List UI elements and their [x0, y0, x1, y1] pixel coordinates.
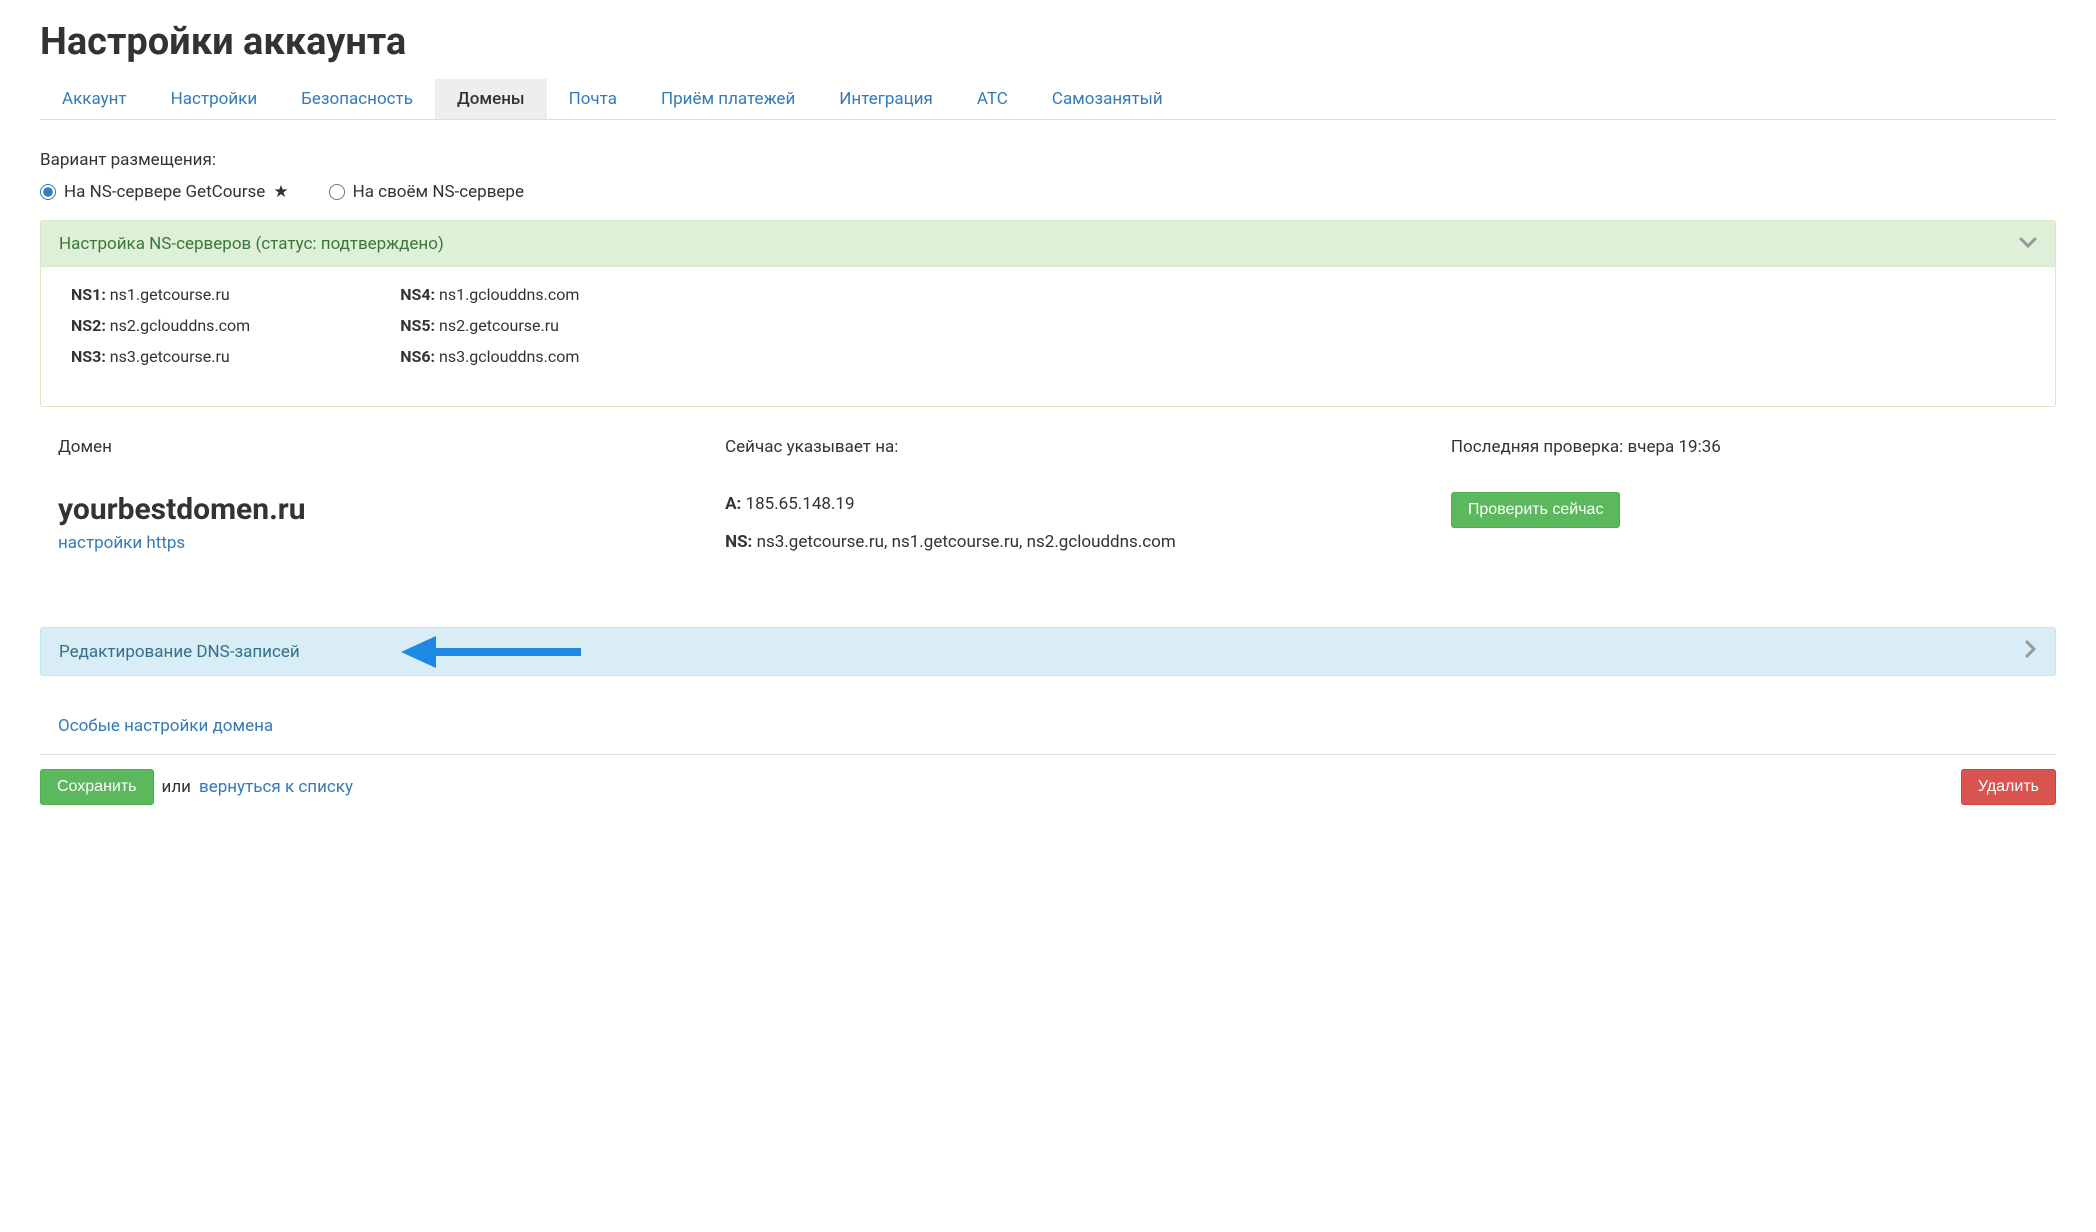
back-to-list-link[interactable]: вернуться к списку [199, 777, 353, 797]
dns-edit-title: Редактирование DNS-записей [59, 642, 300, 662]
ns-record: NS: ns3.getcourse.ru, ns1.getcourse.ru, … [725, 530, 1371, 556]
tab-domains[interactable]: Домены [435, 79, 547, 119]
tab-mail[interactable]: Почта [547, 79, 639, 119]
tab-integration[interactable]: Интеграция [817, 79, 955, 119]
last-check-label: Последняя проверка: вчера 19:36 [1451, 437, 2038, 457]
points-to-col: Сейчас указывает на: A: 185.65.148.19 NS… [725, 437, 1371, 567]
tab-ats[interactable]: АТС [955, 79, 1030, 119]
tabs-nav: Аккаунт Настройки Безопасность Домены По… [40, 79, 2056, 120]
radio-getcourse-ns-label: На NS-сервере GetCourse [64, 182, 265, 202]
ns-panel-body: NS1: ns1.getcourse.ru NS2: ns2.gclouddns… [41, 266, 2055, 406]
ns-panel-title: Настройка NS-серверов (статус: подтвержд… [59, 234, 444, 254]
placement-label: Вариант размещения: [40, 150, 2056, 170]
page-title: Настройки аккаунта [40, 20, 2056, 64]
ns-col-1: NS1: ns1.getcourse.ru NS2: ns2.gclouddns… [71, 285, 250, 366]
domain-col: Домен yourbestdomen.ru настройки https [58, 437, 645, 567]
tab-selfemployed[interactable]: Самозанятый [1030, 79, 1185, 119]
points-to-label: Сейчас указывает на: [725, 437, 1371, 457]
ns-panel-header[interactable]: Настройка NS-серверов (статус: подтвержд… [41, 221, 2055, 266]
ns-row: NS5: ns2.getcourse.ru [400, 316, 579, 335]
ns-row: NS4: ns1.gclouddns.com [400, 285, 579, 304]
domain-name: yourbestdomen.ru [58, 492, 645, 527]
radio-own-ns-input[interactable] [329, 184, 345, 200]
ns-panel: Настройка NS-серверов (статус: подтвержд… [40, 220, 2056, 407]
ns-row: NS2: ns2.gclouddns.com [71, 316, 250, 335]
ns-col-2: NS4: ns1.gclouddns.com NS5: ns2.getcours… [400, 285, 579, 366]
placement-radio-group: На NS-сервере GetCourse ★ На своём NS-се… [40, 182, 2056, 202]
domain-info-section: Домен yourbestdomen.ru настройки https С… [40, 437, 2056, 567]
footer-bar: Сохранить или вернуться к списку Удалить [40, 754, 2056, 805]
footer-or-text: или [162, 777, 191, 797]
a-record: A: 185.65.148.19 [725, 492, 1371, 518]
chevron-right-icon [2025, 640, 2037, 663]
chevron-down-icon [2019, 233, 2037, 254]
tab-settings[interactable]: Настройки [149, 79, 280, 119]
last-check-col: Последняя проверка: вчера 19:36 Проверит… [1451, 437, 2038, 567]
check-now-button[interactable]: Проверить сейчас [1451, 492, 1621, 528]
radio-own-ns-label: На своём NS-сервере [353, 182, 524, 202]
delete-button[interactable]: Удалить [1961, 769, 2056, 805]
tab-security[interactable]: Безопасность [279, 79, 435, 119]
ns-row: NS6: ns3.gclouddns.com [400, 347, 579, 366]
domain-label: Домен [58, 437, 645, 457]
https-settings-link[interactable]: настройки https [58, 533, 185, 553]
radio-getcourse-ns[interactable]: На NS-сервере GetCourse ★ [40, 182, 289, 202]
ns-row: NS3: ns3.getcourse.ru [71, 347, 250, 366]
special-domain-settings-link[interactable]: Особые настройки домена [58, 716, 2038, 736]
footer-left: Сохранить или вернуться к списку [40, 769, 353, 805]
radio-getcourse-ns-input[interactable] [40, 184, 56, 200]
star-icon: ★ [273, 182, 288, 202]
tab-account[interactable]: Аккаунт [40, 79, 149, 119]
tab-payments[interactable]: Приём платежей [639, 79, 817, 119]
ns-row: NS1: ns1.getcourse.ru [71, 285, 250, 304]
radio-own-ns[interactable]: На своём NS-сервере [329, 182, 524, 202]
dns-edit-panel[interactable]: Редактирование DNS-записей [40, 627, 2056, 676]
arrow-annotation-icon [401, 632, 581, 672]
save-button[interactable]: Сохранить [40, 769, 154, 805]
